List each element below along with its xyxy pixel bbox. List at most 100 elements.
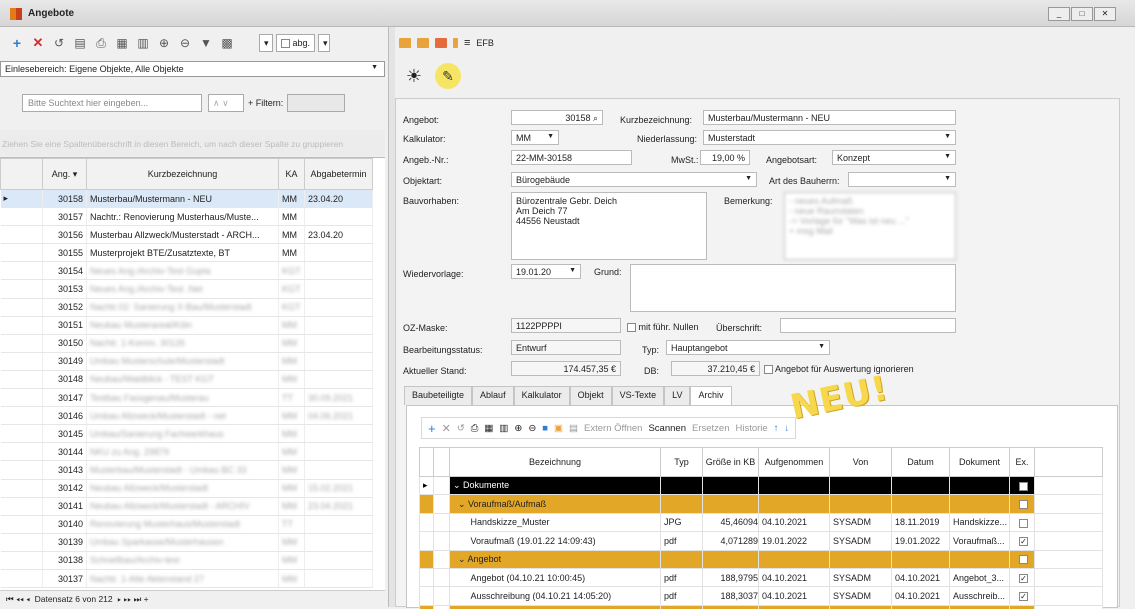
efb-button[interactable]: EFB	[476, 38, 494, 48]
niederlassung-select[interactable]: Musterstadt▼	[703, 130, 956, 145]
ex-checkbox[interactable]: ✓	[1019, 592, 1028, 601]
search-nav-buttons[interactable]: ∧ ∨	[208, 94, 244, 112]
table-row[interactable]: 30149Umbau Musterschule/MusterstadtMM	[1, 352, 373, 370]
zoom-in-icon[interactable]: ⊕	[155, 34, 173, 52]
wrench-icon[interactable]: ✎	[435, 63, 461, 89]
bauherrn-select[interactable]: ▼	[848, 172, 956, 187]
document-group-row[interactable]: ⌄ Material/Bestellungen	[420, 605, 1103, 609]
mwst-field[interactable]: 19,00 %	[700, 150, 750, 165]
column-header-von[interactable]: Von	[830, 448, 892, 477]
column-header-groesse[interactable]: Größe in KB	[703, 448, 759, 477]
column-header-ang[interactable]: Ang. ▾	[43, 159, 87, 190]
tab-ablauf[interactable]: Ablauf	[472, 386, 514, 405]
table-row[interactable]: 30150Nachtr. 1-Komm. 30126MM	[1, 334, 373, 352]
folder-move-icon[interactable]	[417, 38, 429, 48]
close-window-button[interactable]: ✕	[1094, 7, 1116, 21]
ex-checkbox[interactable]	[1019, 482, 1028, 491]
grund-textarea[interactable]	[630, 264, 956, 312]
tab-vs-texte[interactable]: VS-Texte	[612, 386, 665, 405]
ex-checkbox[interactable]: ✓	[1019, 574, 1028, 583]
document-row[interactable]: Handskizze_MusterJPG45,4609404.10.2021SY…	[420, 513, 1103, 531]
delete-icon[interactable]: ✕	[442, 422, 451, 435]
folder-open-icon[interactable]	[399, 38, 411, 48]
wiedervorlage-date[interactable]: 19.01.20▼	[511, 264, 581, 279]
table-row[interactable]: 30148Neubau/Waldblick - TEST KGTMM	[1, 370, 373, 388]
table-row[interactable]: 30139Umbau Sparkasse/MusterhausenMM	[1, 533, 373, 551]
table-row[interactable]: 30154Neues Ang./Archiv-Test GuptaKGT	[1, 262, 373, 280]
arrow-down-icon[interactable]: ↓	[784, 423, 789, 434]
document-row[interactable]: Angebot (04.10.21 10:00:45)pdf188,979504…	[420, 568, 1103, 586]
zoom-out-icon[interactable]: ⊖	[528, 423, 536, 434]
bookmark-icon[interactable]	[453, 38, 458, 48]
ex-checkbox[interactable]: ✓	[1019, 537, 1028, 546]
ignore-checkbox-wrap[interactable]: Angebot für Auswertung ignorieren	[764, 364, 914, 374]
right-scrollbar[interactable]	[1125, 98, 1135, 607]
lightbulb-icon[interactable]: ☀	[401, 63, 427, 89]
tab-archiv[interactable]: Archiv	[690, 386, 731, 405]
ex-checkbox[interactable]	[1019, 555, 1028, 564]
objektart-select[interactable]: Bürogebäude▼	[511, 172, 757, 187]
document-row[interactable]: Voraufmaß (19.01.22 14:09:43)pdf4,071289…	[420, 532, 1103, 550]
table-row[interactable]: 30143Musterbau/Musterstadt - Umbau BC 33…	[1, 461, 373, 479]
table-row[interactable]: 30151Neubau Musterareal/KölnMM	[1, 316, 373, 334]
ignore-checkbox[interactable]	[764, 365, 773, 374]
print-icon[interactable]: ⎙	[92, 34, 110, 52]
table-row[interactable]: 30156Musterbau Allzweck/Musterstadt - AR…	[1, 226, 373, 244]
ozmaske-field[interactable]: 1122PPPPI	[511, 318, 621, 333]
table-icon[interactable]: ▥	[499, 423, 508, 434]
save-icon[interactable]: ■	[542, 423, 548, 434]
zoom-in-icon[interactable]: ⊕	[514, 423, 522, 434]
extern-oeffnen-button[interactable]: Extern Öffnen	[584, 423, 642, 434]
report-icon[interactable]: ▦	[484, 423, 493, 434]
angebot-field[interactable]: 30158 ⌕	[511, 110, 603, 125]
tab-objekt[interactable]: Objekt	[570, 386, 612, 405]
column-header-bezeichnung[interactable]: Bezeichnung	[450, 448, 661, 477]
tab-lv[interactable]: LV	[664, 386, 690, 405]
print-icon[interactable]: ⎙	[471, 423, 479, 434]
new-document-icon[interactable]: ▣	[554, 423, 563, 434]
add-icon[interactable]: +	[8, 34, 26, 52]
column-header-abgabetermin[interactable]: Abgabetermin	[305, 159, 373, 190]
abg-dropdown[interactable]: ▾	[318, 34, 330, 52]
view-dropdown[interactable]: ▾	[259, 34, 273, 52]
einlesebereich-select[interactable]: Einlesebereich: Eigene Objekte, Alle Obj…	[0, 61, 385, 77]
search-input[interactable]: Bitte Suchtext hier eingeben...	[22, 94, 202, 112]
table-row[interactable]: 30141Neubau Allzweck/Musterstadt - ARCHI…	[1, 497, 373, 515]
table-row[interactable]: 30140Renovierung Musterhaus/MusterstadtT…	[1, 515, 373, 533]
save-icon[interactable]: ▤	[71, 34, 89, 52]
mail-icon[interactable]	[435, 38, 447, 48]
scannen-button[interactable]: Scannen	[648, 423, 686, 434]
column-header-ka[interactable]: KA	[279, 159, 305, 190]
document-row[interactable]: Ausschreibung (04.10.21 14:05:20)pdf188,…	[420, 587, 1103, 605]
group-by-hint[interactable]: Ziehen Sie eine Spaltenüberschrift in di…	[0, 130, 385, 156]
ex-checkbox[interactable]	[1019, 500, 1028, 509]
table-row[interactable]: 30138Schnellbau/Archiv-testMM	[1, 551, 373, 569]
abg-checkbox[interactable]: abg.	[276, 34, 315, 52]
zoom-out-icon[interactable]: ⊖	[176, 34, 194, 52]
ex-checkbox[interactable]	[1019, 519, 1028, 528]
document-group-row[interactable]: ⌄ Angebot	[420, 550, 1103, 568]
historie-button[interactable]: Historie	[735, 423, 767, 434]
maximize-button[interactable]: □	[1071, 7, 1093, 21]
table-row[interactable]: 30142Neubau Allzweck/MusterstadtMM15.02.…	[1, 479, 373, 497]
angebnr-field[interactable]: 22-MM-30158	[511, 150, 632, 165]
table-row[interactable]: 30144NKU zu Ang. 29879MM	[1, 443, 373, 461]
undo-icon[interactable]: ↺	[457, 423, 465, 434]
ersetzen-button[interactable]: Ersetzen	[692, 423, 730, 434]
table-row[interactable]: 30155Musterprojekt BTE/Zusatztexte, BTMM	[1, 244, 373, 262]
table-row[interactable]: 30145Umbau/Sanierung FachwerkhausMM	[1, 425, 373, 443]
kurzbezeichnung-field[interactable]: Musterbau/Mustermann - NEU	[703, 110, 956, 125]
grid-navigator[interactable]: ⏮ ◂◂ ◂ Datensatz 6 von 212 ▸ ▸▸ ⏭ +	[0, 590, 385, 607]
table-row[interactable]: 30147Testbau Fassgenau/MusterauTT30.09.2…	[1, 389, 373, 407]
kalkulator-select[interactable]: MM▼	[511, 130, 559, 145]
column-header-ex[interactable]: Ex.	[1010, 448, 1035, 477]
nullen-checkbox-wrap[interactable]: mit führ. Nullen	[627, 322, 699, 332]
angebotsart-select[interactable]: Konzept▼	[832, 150, 956, 165]
nullen-checkbox[interactable]	[627, 323, 636, 332]
table-row[interactable]: 30152Nachtr.02: Sanierung X-Bau/Musterst…	[1, 298, 373, 316]
replace-icon[interactable]: ▤	[569, 423, 578, 434]
ueberschrift-field[interactable]	[780, 318, 956, 333]
bauvorhaben-textarea[interactable]: Bürozentrale Gebr. Deich Am Deich 77 445…	[511, 192, 707, 260]
abg-checkbox-box[interactable]	[281, 39, 290, 48]
bemerkung-textarea[interactable]: - neues Aufmaß - neue Raumdaten -> Vorla…	[784, 192, 956, 260]
